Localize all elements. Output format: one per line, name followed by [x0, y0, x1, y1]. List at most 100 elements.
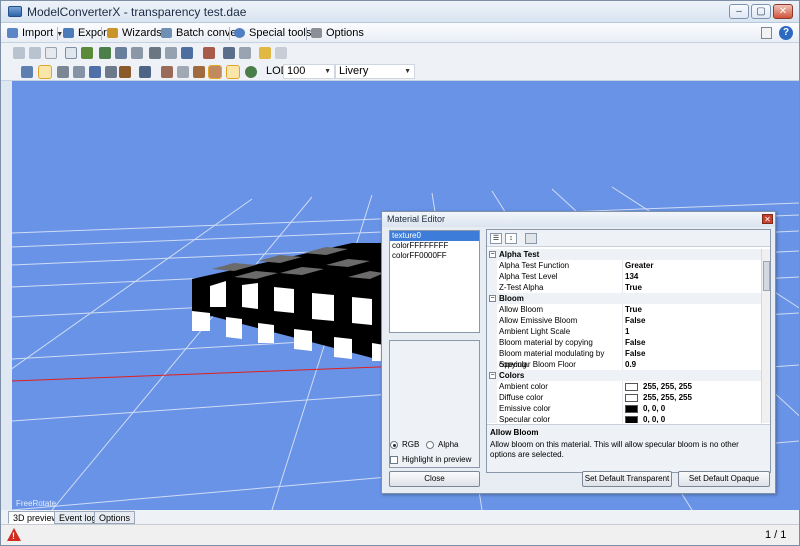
screen-icon[interactable]: [223, 47, 235, 59]
property-value[interactable]: 0, 0, 0: [643, 414, 665, 423]
list-item[interactable]: colorFFFFFFFF: [390, 241, 479, 251]
texture-toggle-icon[interactable]: [119, 66, 131, 78]
sort-alpha-icon[interactable]: ↕: [505, 233, 517, 244]
set-default-opaque-button[interactable]: Set Default Opaque: [678, 471, 770, 487]
bones-icon[interactable]: [89, 66, 101, 78]
menu-special-tools[interactable]: Special tools▼: [232, 25, 321, 41]
property-name: Ambient Light Scale: [499, 326, 623, 337]
fit-view-icon[interactable]: [21, 66, 33, 78]
normals-icon[interactable]: [73, 66, 85, 78]
maximize-button[interactable]: ▢: [751, 4, 771, 19]
light-icon[interactable]: [161, 66, 173, 78]
property-name: Emissive color: [499, 403, 623, 414]
help-icon[interactable]: ?: [779, 26, 793, 40]
property-value[interactable]: Greater: [625, 260, 653, 271]
property-value[interactable]: 255, 255, 255: [643, 392, 692, 403]
grid-icon[interactable]: [38, 65, 52, 79]
property-row[interactable]: Specular color 0, 0, 0: [487, 414, 761, 423]
edit-icon[interactable]: [131, 47, 143, 59]
forward-arrow-icon[interactable]: [29, 47, 41, 59]
attach-icon[interactable]: [149, 47, 161, 59]
property-row[interactable]: Ambient Light Scale 1: [487, 326, 761, 337]
object-icon[interactable]: [193, 66, 205, 78]
zoom-icon[interactable]: [65, 47, 77, 59]
property-value[interactable]: True: [625, 304, 642, 315]
property-row[interactable]: Alpha Test Level 134: [487, 271, 761, 282]
wireframe-icon[interactable]: [57, 66, 69, 78]
camera-icon[interactable]: [139, 66, 151, 78]
color-swatch: [625, 405, 638, 413]
property-row[interactable]: Z-Test Alpha True: [487, 282, 761, 293]
rgb-radio[interactable]: [390, 441, 398, 449]
property-value[interactable]: True: [625, 282, 642, 293]
property-value[interactable]: 134: [625, 271, 638, 282]
collapse-icon[interactable]: −: [489, 295, 496, 302]
close-button[interactable]: Close: [389, 471, 480, 487]
set-default-transparent-button[interactable]: Set Default Transparent: [582, 471, 672, 487]
property-scrollbar[interactable]: [761, 249, 770, 423]
scrollbar-thumb[interactable]: [763, 261, 770, 291]
property-category[interactable]: − Alpha Test: [487, 249, 761, 260]
menu-export[interactable]: Export: [61, 25, 110, 41]
redo-icon[interactable]: [275, 47, 287, 59]
dialog-close-button[interactable]: ✕: [762, 214, 773, 224]
undo-icon[interactable]: [259, 47, 271, 59]
menu-options[interactable]: Options: [309, 25, 364, 41]
property-row[interactable]: Bloom material by copying False: [487, 337, 761, 348]
description-text: Allow bloom on this material. This will …: [490, 440, 739, 459]
list-item[interactable]: texture0: [390, 231, 479, 241]
list-item[interactable]: colorFF0000FF: [390, 251, 479, 261]
property-value[interactable]: False: [625, 315, 645, 326]
app-window: ModelConverterX - transparency test.dae …: [0, 0, 800, 546]
property-row[interactable]: Specular Bloom Floor 0.9: [487, 359, 761, 370]
property-row[interactable]: Allow Emissive Bloom False: [487, 315, 761, 326]
document-icon[interactable]: [761, 27, 772, 39]
collapse-icon[interactable]: −: [489, 251, 496, 258]
property-row[interactable]: Alpha Test Function Greater: [487, 260, 761, 271]
dialog-title-bar: Material Editor ✕: [382, 212, 775, 227]
property-name: Allow Emissive Bloom: [499, 315, 623, 326]
lod-select[interactable]: 100 ▼: [283, 64, 335, 79]
cleanup-icon[interactable]: [203, 47, 215, 59]
property-value[interactable]: 1: [625, 326, 629, 337]
globe-icon[interactable]: [245, 66, 257, 78]
property-value[interactable]: False: [625, 348, 645, 359]
bounding-box-icon[interactable]: [105, 66, 117, 78]
settings-gear-icon[interactable]: [177, 66, 189, 78]
material-view-icon[interactable]: [208, 65, 222, 79]
alpha-radio[interactable]: [426, 441, 434, 449]
back-arrow-icon[interactable]: [13, 47, 25, 59]
property-name: Allow Bloom: [499, 304, 623, 315]
sun-icon[interactable]: [226, 65, 240, 79]
categorized-icon[interactable]: ☰: [490, 233, 502, 244]
highlight-checkbox[interactable]: [390, 456, 398, 464]
new-document-icon[interactable]: [45, 47, 57, 59]
property-value[interactable]: False: [625, 337, 645, 348]
property-value[interactable]: 0, 0, 0: [643, 403, 665, 414]
menu-batch-convert[interactable]: Batch convert: [159, 25, 243, 41]
livery-select[interactable]: Livery ▼: [335, 64, 415, 79]
report-icon[interactable]: [239, 47, 251, 59]
property-name: Alpha Test Function: [499, 260, 623, 271]
transform-icon[interactable]: [181, 47, 193, 59]
property-row[interactable]: Emissive color 0, 0, 0: [487, 403, 761, 414]
property-value[interactable]: 255, 255, 255: [643, 381, 692, 392]
hierarchy-icon[interactable]: [81, 47, 93, 59]
collapse-icon[interactable]: −: [489, 372, 496, 379]
property-pages-icon[interactable]: [525, 233, 537, 244]
close-window-button[interactable]: ✕: [773, 4, 793, 19]
minimize-button[interactable]: –: [729, 4, 749, 19]
menu-import[interactable]: Import ▼: [5, 25, 63, 41]
property-row[interactable]: Diffuse color 255, 255, 255: [487, 392, 761, 403]
texture-icon[interactable]: [99, 47, 111, 59]
list-icon[interactable]: [165, 47, 177, 59]
status-bar: ! 1 / 1: [1, 524, 799, 545]
property-category[interactable]: − Colors: [487, 370, 761, 381]
property-row[interactable]: Allow Bloom True: [487, 304, 761, 315]
tab-options[interactable]: Options: [94, 511, 136, 524]
property-row[interactable]: Ambient color 255, 255, 255: [487, 381, 761, 392]
property-value[interactable]: 0.9: [625, 359, 636, 370]
material-icon[interactable]: [115, 47, 127, 59]
property-category[interactable]: − Bloom: [487, 293, 761, 304]
property-row[interactable]: Bloom material modulating by copying Fals…: [487, 348, 761, 370]
